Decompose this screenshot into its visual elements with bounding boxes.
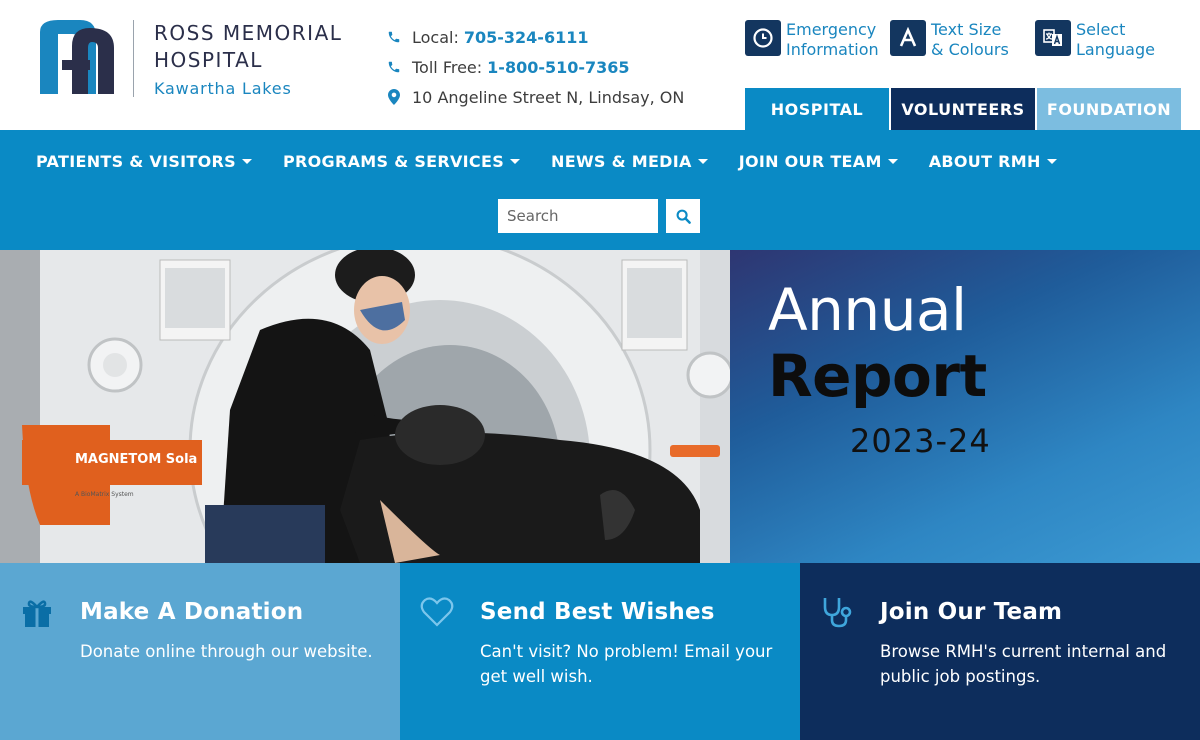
caret-down-icon: [510, 159, 521, 164]
phone-icon: [386, 59, 402, 75]
caret-down-icon: [242, 159, 252, 164]
card-title: Join Our Team: [880, 599, 1063, 625]
main-navigation: PATIENTS & VISITORS PROGRAMS & SERVICES …: [0, 130, 1200, 250]
local-label: Local:: [412, 27, 459, 47]
card-text: Donate online through our website.: [80, 642, 373, 661]
card-join-team[interactable]: Join Our Team Browse RMH's current inter…: [800, 563, 1200, 740]
map-pin-icon: [386, 89, 402, 105]
card-title: Send Best Wishes: [480, 599, 715, 625]
text-size-label: Text Size & Colours: [931, 20, 1009, 60]
contact-info: Local: 705-324-6111 Toll Free: 1-800-510…: [386, 22, 684, 112]
site-tabs: HOSPITAL VOLUNTEERS FOUNDATION: [745, 88, 1181, 130]
menu-news-media[interactable]: NEWS & MEDIA: [551, 152, 708, 171]
contact-local: Local: 705-324-6111: [386, 22, 684, 52]
heart-icon: [420, 597, 454, 627]
annual-report-banner[interactable]: Annual Report 2023-24: [730, 250, 1200, 563]
logo-divider: [133, 20, 134, 97]
logo-text: ROSS MEMORIAL HOSPITAL Kawartha Lakes: [154, 20, 342, 102]
mri-scene-image: MAGNETOM Sola A BioMatrix System: [0, 250, 730, 563]
mri-machine-label: MAGNETOM Sola: [75, 452, 197, 467]
local-phone-link[interactable]: 705-324-6111: [464, 28, 589, 47]
menu-programs-services[interactable]: PROGRAMS & SERVICES: [283, 152, 521, 171]
annual-report-title: Annual: [768, 276, 967, 344]
menu-join-our-team[interactable]: JOIN OUR TEAM: [739, 152, 898, 171]
card-make-donation[interactable]: Make A Donation Donate online through ou…: [0, 563, 400, 740]
clock-icon: [745, 20, 781, 56]
stethoscope-icon: [823, 598, 852, 628]
rmh-logo-icon: [40, 20, 114, 94]
logo-name-line2: HOSPITAL: [154, 48, 263, 72]
text-size-colours-link[interactable]: Text Size & Colours: [890, 20, 1009, 60]
emergency-info-label: Emergency Information: [786, 20, 879, 60]
language-line1: Select: [1076, 20, 1126, 39]
logo-location: Kawartha Lakes: [154, 79, 292, 98]
search-input[interactable]: [498, 199, 658, 233]
main-menu: PATIENTS & VISITORS PROGRAMS & SERVICES …: [36, 152, 1088, 171]
address-text: 10 Angeline Street N, Lindsay, ON: [412, 87, 685, 107]
card-send-wishes[interactable]: Send Best Wishes Can't visit? No problem…: [400, 563, 800, 740]
contact-address: 10 Angeline Street N, Lindsay, ON: [386, 82, 684, 112]
caret-down-icon: [887, 159, 898, 164]
letter-a-icon: [890, 20, 926, 56]
card-text: Can't visit? No problem! Email your get …: [480, 642, 773, 686]
menu-label: PATIENTS & VISITORS: [36, 152, 236, 171]
site-header: ROSS MEMORIAL HOSPITAL Kawartha Lakes Lo…: [0, 0, 1200, 130]
emergency-line1: Emergency: [786, 20, 877, 39]
menu-label: JOIN OUR TEAM: [738, 152, 882, 171]
card-text: Browse RMH's current internal and public…: [880, 642, 1167, 686]
annual-report-subtitle: Report: [768, 342, 987, 410]
emergency-info-link[interactable]: Emergency Information: [745, 20, 879, 60]
menu-label: PROGRAMS & SERVICES: [283, 152, 505, 171]
menu-label: ABOUT RMH: [928, 152, 1041, 171]
translate-icon: [1035, 20, 1071, 56]
hero-photo-mri: MAGNETOM Sola A BioMatrix System: [0, 250, 730, 563]
search-icon: [676, 209, 691, 224]
menu-label: NEWS & MEDIA: [551, 152, 692, 171]
feature-cards: Make A Donation Donate online through ou…: [0, 563, 1200, 740]
emergency-line2: Information: [786, 40, 879, 59]
phone-icon: [386, 29, 402, 45]
language-line2: Language: [1076, 40, 1155, 59]
tab-foundation[interactable]: FOUNDATION: [1037, 88, 1181, 130]
tab-hospital[interactable]: HOSPITAL: [745, 88, 889, 130]
search-button[interactable]: [666, 199, 700, 233]
caret-down-icon: [1046, 159, 1057, 164]
gift-icon: [23, 600, 51, 627]
mri-machine-sublabel: A BioMatrix System: [75, 491, 134, 498]
annual-report-year: 2023-24: [850, 422, 991, 460]
select-language-link[interactable]: Select Language: [1035, 20, 1155, 60]
text-size-line1: Text Size: [931, 20, 1002, 39]
hero-slider[interactable]: MAGNETOM Sola A BioMatrix System Annual …: [0, 250, 1200, 563]
contact-tollfree: Toll Free: 1-800-510-7365: [386, 52, 684, 82]
text-size-line2: & Colours: [931, 40, 1009, 59]
menu-about-rmh[interactable]: ABOUT RMH: [929, 152, 1057, 171]
tollfree-label: Toll Free:: [412, 57, 483, 77]
menu-patients-visitors[interactable]: PATIENTS & VISITORS: [36, 152, 252, 171]
tollfree-phone-link[interactable]: 1-800-510-7365: [487, 58, 629, 77]
caret-down-icon: [697, 159, 708, 164]
logo-name-line1: ROSS MEMORIAL: [154, 21, 343, 45]
card-title: Make A Donation: [80, 599, 304, 625]
tab-volunteers[interactable]: VOLUNTEERS: [891, 88, 1035, 130]
select-language-label: Select Language: [1076, 20, 1155, 60]
search-form: [498, 199, 700, 233]
